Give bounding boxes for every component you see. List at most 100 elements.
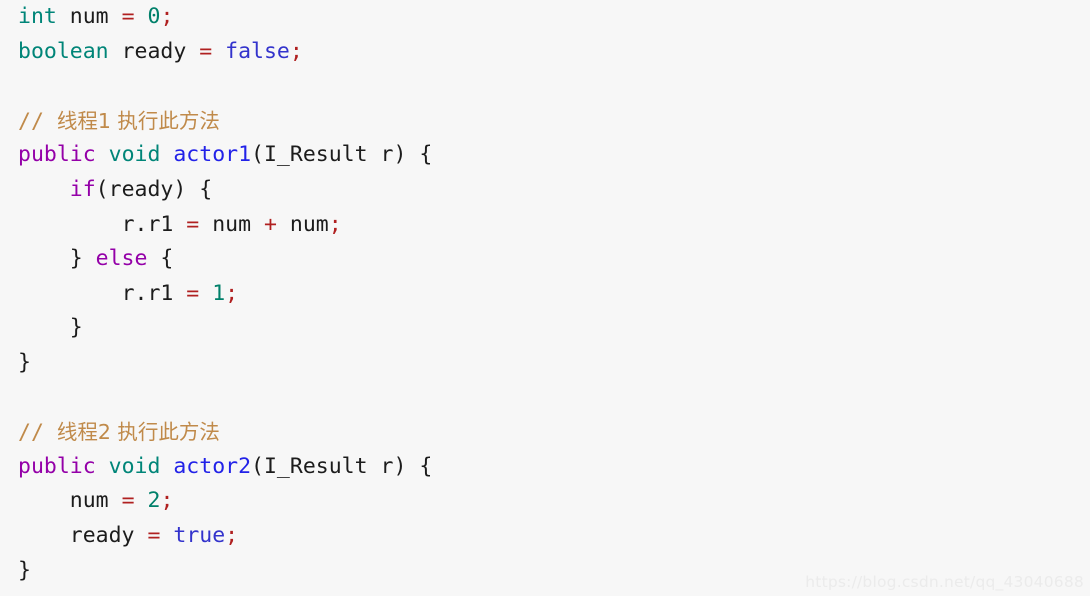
code-token-plain: ready bbox=[69, 522, 135, 548]
code-token-operator: = bbox=[186, 211, 200, 237]
code-token-punct: } bbox=[18, 315, 83, 341]
code-block[interactable]: int num = 0; boolean ready = false; // 线程… bbox=[0, 0, 1090, 596]
code-token-punct: ) { bbox=[173, 176, 213, 202]
code-token-number: 0 bbox=[147, 4, 161, 29]
code-token-punct: } bbox=[18, 349, 31, 375]
code-token-keyword: else bbox=[95, 246, 148, 272]
code-line: boolean ready = false; bbox=[0, 35, 1090, 70]
code-token-punct: { bbox=[147, 246, 174, 272]
code-token-punct: ( bbox=[95, 176, 109, 202]
code-token-plain: r bbox=[380, 453, 394, 479]
code-line: } bbox=[0, 346, 1090, 381]
code-token-operator: ; bbox=[225, 280, 239, 306]
code-token-comment: // bbox=[18, 108, 57, 134]
code-line: // 线程1 执行此方法 bbox=[0, 104, 1090, 139]
code-token-method: actor2 bbox=[173, 453, 252, 479]
code-token-operator: = bbox=[186, 280, 200, 306]
code-token-number: 2 bbox=[147, 488, 161, 514]
code-token-plain: ready bbox=[108, 176, 174, 202]
code-line: } bbox=[0, 311, 1090, 346]
code-token-keyword: public bbox=[18, 453, 96, 479]
code-token-literal: true bbox=[173, 522, 226, 548]
code-token-punct: ( bbox=[251, 142, 264, 168]
code-token-type: boolean bbox=[18, 38, 109, 64]
code-token-operator: ; bbox=[328, 211, 342, 237]
code-token-plain: ready bbox=[121, 38, 187, 64]
code-token-comment: // bbox=[18, 420, 57, 446]
code-token-operator: ; bbox=[289, 38, 303, 64]
code-token-plain: I_Result bbox=[263, 142, 368, 168]
code-token-plain: r bbox=[380, 142, 394, 168]
code-line: int num = 0; bbox=[0, 0, 1090, 35]
code-token-keyword: if bbox=[69, 176, 96, 202]
code-token-punct: ( bbox=[251, 453, 264, 479]
code-token-plain: r.r1 bbox=[121, 211, 174, 237]
code-line: r.r1 = 1; bbox=[0, 277, 1090, 312]
code-token-method: actor1 bbox=[173, 142, 252, 168]
code-token-plain: num bbox=[289, 211, 329, 237]
code-token-operator: = bbox=[121, 488, 135, 514]
code-token-plain: num bbox=[212, 211, 252, 237]
code-token-keyword: public bbox=[18, 142, 96, 168]
code-token-comment: 线程2 执行此方法 bbox=[56, 420, 220, 445]
code-line: } else { bbox=[0, 242, 1090, 277]
code-token-operator: ; bbox=[225, 522, 239, 548]
code-token-type: int bbox=[18, 4, 57, 29]
code-token-operator: = bbox=[147, 522, 161, 548]
code-token-operator: ; bbox=[160, 4, 174, 29]
code-token-plain: I_Result bbox=[263, 453, 368, 479]
code-token-punct: ) { bbox=[393, 142, 433, 168]
code-line: public void actor2(I_Result r) { bbox=[0, 450, 1090, 485]
watermark-text: https://blog.csdn.net/qq_43040688 bbox=[805, 573, 1084, 591]
code-token-plain: num bbox=[69, 488, 109, 514]
code-line: r.r1 = num + num; bbox=[0, 208, 1090, 243]
code-line: num = 2; bbox=[0, 484, 1090, 519]
code-token-operator: + bbox=[264, 211, 277, 237]
code-token-operator: ; bbox=[160, 488, 174, 514]
code-line: ready = true; bbox=[0, 519, 1090, 554]
code-token-punct: } bbox=[18, 557, 31, 583]
code-token-punct: ) { bbox=[393, 453, 433, 479]
code-token-literal: false bbox=[225, 38, 290, 64]
code-token-operator: = bbox=[199, 38, 213, 64]
code-token-comment: 线程1 执行此方法 bbox=[56, 108, 220, 133]
code-token-type: void bbox=[108, 142, 161, 168]
code-token-punct: } bbox=[18, 246, 96, 272]
code-token-plain: num bbox=[69, 4, 109, 29]
code-line: // 线程2 执行此方法 bbox=[0, 415, 1090, 450]
code-token-plain: r.r1 bbox=[121, 280, 174, 306]
code-token-operator: = bbox=[121, 4, 135, 29]
code-token-type: void bbox=[108, 453, 161, 479]
code-line: if(ready) { bbox=[0, 173, 1090, 208]
code-line: public void actor1(I_Result r) { bbox=[0, 138, 1090, 173]
